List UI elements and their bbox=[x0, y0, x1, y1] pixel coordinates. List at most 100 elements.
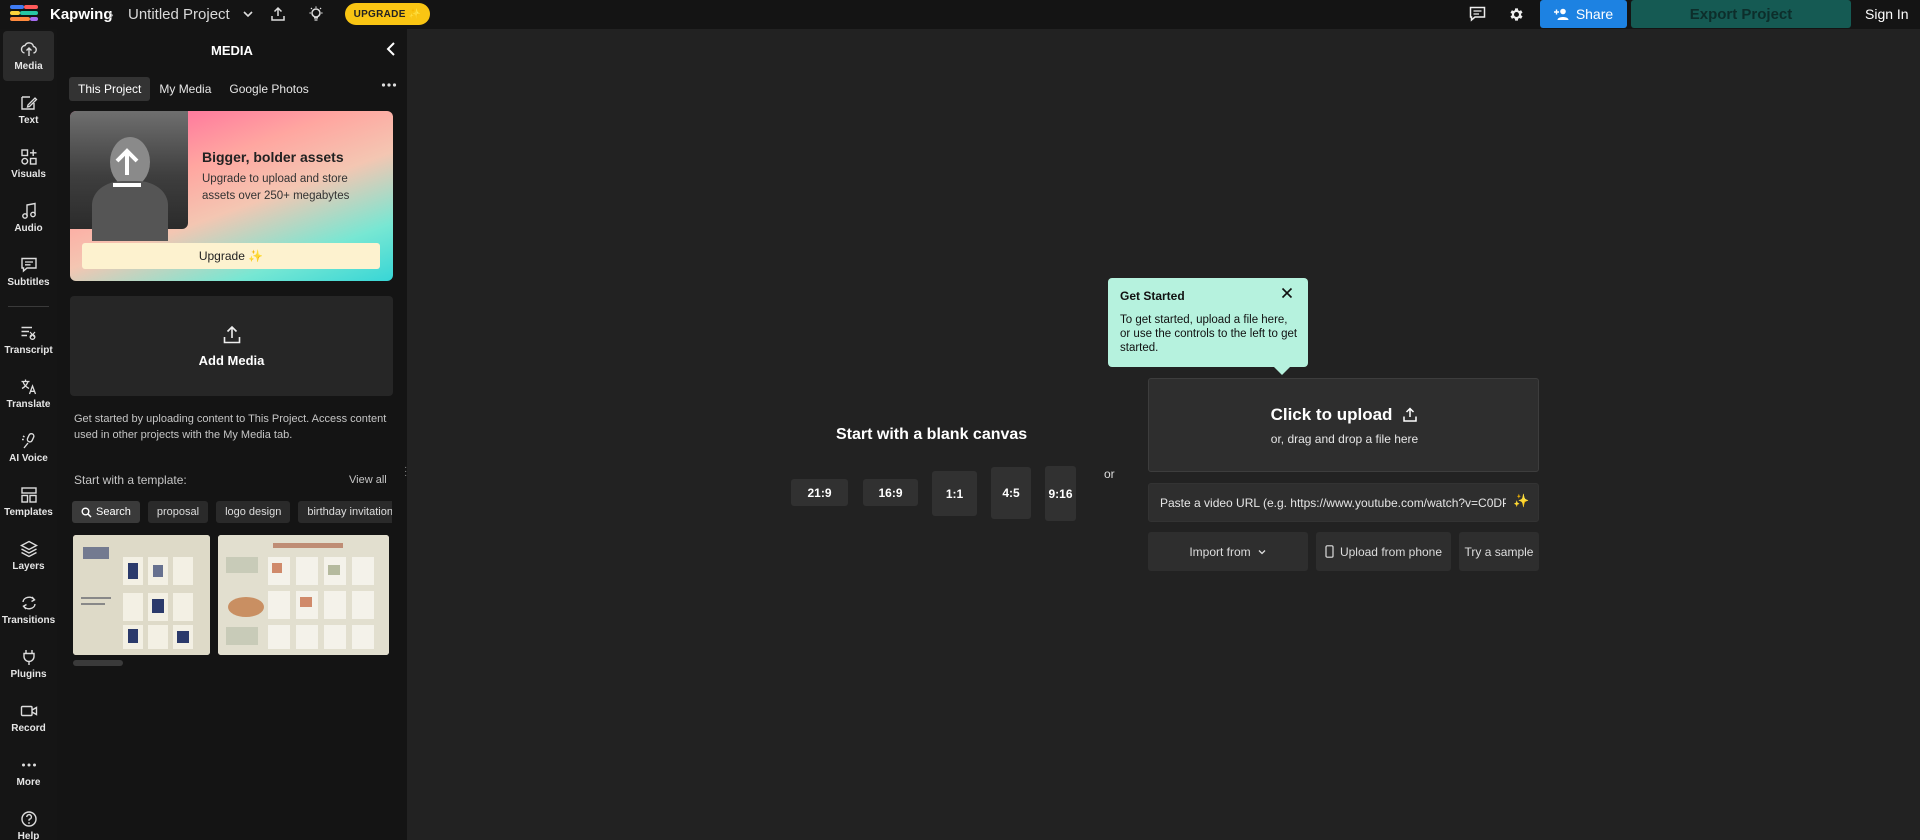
rail-label: Layers bbox=[12, 561, 45, 572]
kapwing-logo-icon[interactable] bbox=[10, 5, 38, 25]
media-hint-text: Get started by uploading content to This… bbox=[74, 413, 387, 441]
brand-name[interactable]: Kapwing bbox=[50, 6, 113, 23]
rail-item-more[interactable]: More bbox=[0, 747, 57, 797]
ratio-1-1-button[interactable]: 1:1 bbox=[932, 471, 977, 516]
upload-icon[interactable] bbox=[268, 4, 288, 24]
rail-item-subtitles[interactable]: Subtitles bbox=[0, 247, 57, 297]
close-icon[interactable] bbox=[1280, 286, 1294, 300]
rail-item-visuals[interactable]: Visuals bbox=[0, 139, 57, 189]
rail-label: More bbox=[16, 777, 41, 788]
collapse-panel-chevron-left-icon[interactable] bbox=[383, 40, 399, 58]
share-button[interactable]: Share bbox=[1540, 0, 1627, 28]
lightbulb-icon[interactable] bbox=[306, 4, 326, 24]
phone-icon bbox=[1325, 545, 1334, 558]
upload-from-phone-label: Upload from phone bbox=[1339, 544, 1443, 559]
rail-label: AI Voice bbox=[9, 453, 48, 464]
export-project-button[interactable]: Export Project bbox=[1631, 0, 1851, 28]
help-icon bbox=[20, 811, 37, 827]
upload-cloud-icon bbox=[20, 42, 37, 56]
chevron-down-icon bbox=[1258, 549, 1266, 554]
plug-icon bbox=[22, 650, 35, 665]
transcript-icon bbox=[21, 326, 35, 340]
promo-text: Upgrade to upload and store assets over … bbox=[202, 173, 350, 202]
tooltip-title: Get Started bbox=[1120, 289, 1185, 303]
sign-in-link[interactable]: Sign In bbox=[1865, 6, 1909, 22]
ratio-16-9-button[interactable]: 16:9 bbox=[863, 479, 918, 506]
thumbnails-scrollbar[interactable] bbox=[73, 660, 123, 666]
template-thumbnail[interactable] bbox=[73, 535, 210, 655]
rail-item-translate[interactable]: Translate bbox=[0, 369, 57, 419]
rail-label: Record bbox=[11, 723, 46, 734]
upload-subtitle: or, drag and drop a file here bbox=[1270, 432, 1419, 446]
ratio-9-16-button[interactable]: 9:16 bbox=[1045, 466, 1076, 521]
video-camera-icon bbox=[20, 705, 37, 717]
sparkle-icon[interactable]: ✨ bbox=[1513, 493, 1529, 509]
rail-label: Templates bbox=[4, 507, 53, 518]
rail-label: Text bbox=[18, 115, 39, 126]
template-chip-logo-design[interactable]: logo design bbox=[216, 501, 291, 523]
tab-google-photos[interactable]: Google Photos bbox=[220, 77, 317, 101]
rail-item-record[interactable]: Record bbox=[0, 693, 57, 743]
view-all-link[interactable]: View all bbox=[349, 474, 387, 486]
add-media-button[interactable]: Add Media bbox=[70, 296, 393, 396]
more-options-icon[interactable] bbox=[380, 77, 398, 93]
microphone-icon bbox=[21, 432, 35, 449]
comments-icon[interactable] bbox=[1467, 4, 1487, 24]
rail-item-media[interactable]: Media bbox=[3, 31, 54, 81]
upgrade-promo-card: Bigger, bolder assets Upgrade to upload … bbox=[70, 111, 393, 281]
rail-item-audio[interactable]: Audio bbox=[0, 193, 57, 243]
chevron-down-icon[interactable] bbox=[238, 4, 258, 24]
upload-arrow-icon bbox=[113, 148, 141, 187]
video-url-input[interactable] bbox=[1148, 483, 1539, 522]
ratio-21-9-button[interactable]: 21:9 bbox=[791, 479, 848, 506]
upload-title-text: Click to upload bbox=[1270, 405, 1393, 424]
rail-divider bbox=[8, 306, 49, 307]
templates-icon bbox=[20, 487, 37, 503]
template-section-label: Start with a template: bbox=[74, 473, 187, 487]
promo-photo bbox=[70, 111, 188, 241]
music-note-icon bbox=[21, 202, 36, 219]
rail-item-transcript[interactable]: Transcript bbox=[0, 315, 57, 365]
rail-item-help[interactable]: Help bbox=[0, 801, 57, 840]
template-thumbnail[interactable] bbox=[218, 535, 389, 655]
blank-canvas-title: Start with a blank canvas bbox=[836, 426, 1028, 443]
panel-title: MEDIA bbox=[211, 43, 253, 58]
upload-from-phone-button[interactable]: Upload from phone bbox=[1316, 532, 1451, 571]
rail-item-layers[interactable]: Layers bbox=[0, 531, 57, 581]
breadcrumb-chevron-icon: › bbox=[109, 6, 114, 22]
panel-resize-handle[interactable]: · · · bbox=[404, 463, 407, 481]
rail-label: Subtitles bbox=[7, 277, 50, 288]
upgrade-button[interactable]: UPGRADE ✨ bbox=[345, 3, 430, 25]
rail-item-text[interactable]: Text bbox=[0, 85, 57, 135]
media-tabs: This Project My Media Google Photos bbox=[69, 77, 318, 101]
template-search-chip[interactable]: Search bbox=[72, 501, 140, 523]
rail-item-templates[interactable]: Templates bbox=[0, 477, 57, 527]
top-bar: Kapwing › Untitled Project UPGRADE ✨ Sha… bbox=[0, 0, 1920, 29]
project-name[interactable]: Untitled Project bbox=[128, 6, 230, 23]
rail-item-transitions[interactable]: Transitions bbox=[0, 585, 57, 635]
settings-gear-icon[interactable] bbox=[1506, 4, 1526, 24]
template-chip-proposal[interactable]: proposal bbox=[147, 501, 209, 523]
tab-this-project[interactable]: This Project bbox=[69, 77, 151, 101]
promo-title: Bigger, bolder assets bbox=[202, 149, 344, 165]
promo-upgrade-button[interactable]: Upgrade ✨ bbox=[82, 243, 380, 269]
try-a-sample-button[interactable]: Try a sample bbox=[1459, 532, 1539, 571]
template-chips: Search proposal logo design birthday inv… bbox=[72, 501, 392, 523]
rail-item-ai-voice[interactable]: AI Voice bbox=[0, 423, 57, 473]
more-dots-icon bbox=[21, 763, 36, 767]
import-from-label: Import from bbox=[1189, 544, 1251, 559]
or-separator: or bbox=[1104, 467, 1115, 481]
upgrade-label: UPGRADE bbox=[353, 8, 406, 20]
template-chip-birthday-invitation[interactable]: birthday invitation bbox=[298, 501, 392, 523]
ratio-4-5-button[interactable]: 4:5 bbox=[991, 467, 1031, 519]
media-panel: MEDIA This Project My Media Google Photo… bbox=[57, 29, 407, 840]
search-icon bbox=[81, 507, 92, 517]
rail-label: Transcript bbox=[4, 345, 53, 356]
click-to-upload-dropzone[interactable]: Click to upload or, drag and drop a file… bbox=[1148, 378, 1539, 472]
tab-my-media[interactable]: My Media bbox=[150, 77, 220, 101]
get-started-tooltip: Get Started To get started, upload a fil… bbox=[1108, 278, 1308, 375]
tool-rail: Media Text Visuals Audio Subtitles Trans… bbox=[0, 29, 57, 840]
rail-item-plugins[interactable]: Plugins bbox=[0, 639, 57, 689]
import-from-button[interactable]: Import from bbox=[1148, 532, 1308, 571]
add-person-icon bbox=[1553, 8, 1569, 20]
